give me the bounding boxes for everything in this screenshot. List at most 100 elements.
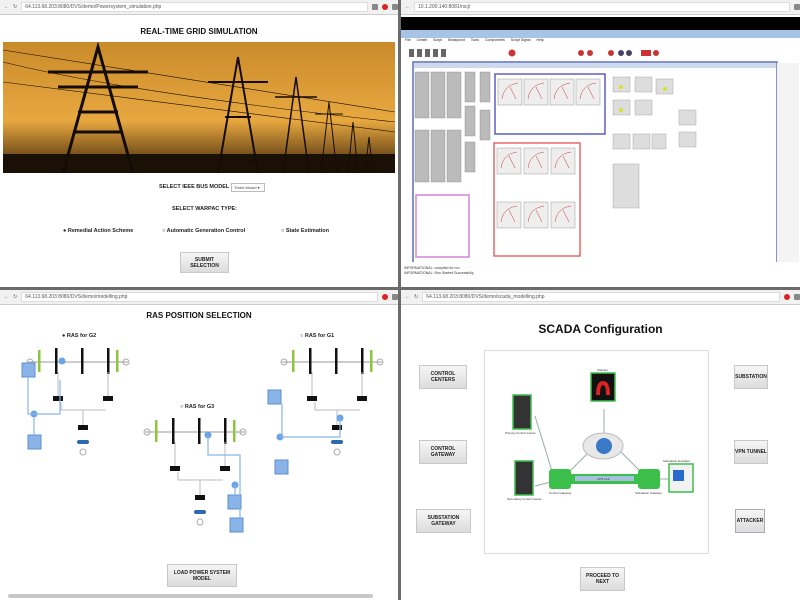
bus-model-value: Three Model [234,185,257,190]
bus-bar [224,418,227,444]
radio-state-estimation[interactable]: ○ State Estimation [281,228,329,234]
meter-gauge [550,147,576,175]
warpac-label: SELECT WARPAC TYPE: [172,206,237,212]
menu-create[interactable]: Create [417,38,428,46]
emulator-label: Substation Emulator [663,459,691,463]
secondary-label: Secondary Control Center [507,497,542,501]
bus-model-select[interactable]: Three Model ▾ [231,183,265,192]
back-icon[interactable]: ← [405,294,410,300]
load [357,396,367,401]
substation-gateway-label: Substation Gateway [635,491,662,495]
ras-controller-box [229,517,244,533]
back-icon[interactable]: ← [405,4,410,10]
load-power-system-model-button[interactable]: LOAD POWER SYSTEM MODEL [167,564,237,587]
horizontal-scrollbar[interactable] [8,594,373,598]
ras-controller-box [274,459,289,475]
breaker [331,440,343,444]
one-line-diagram [21,348,384,533]
generator-bus [233,420,236,442]
meter-gauge [523,147,549,175]
attacker-button[interactable]: ATTACKER [735,509,765,533]
radio-ras[interactable]: ● Remedial Action Scheme [63,228,133,234]
breaker [194,510,206,514]
url-field[interactable]: 10.1.200.140:8081/rscj/ [414,2,790,12]
submit-selection-button[interactable]: SUBMIT SELECTION [180,252,229,273]
bus-bar [55,348,58,374]
menu-help[interactable]: Help [537,38,544,46]
reload-icon[interactable]: ↻ [13,4,17,10]
load [78,425,88,430]
load [170,466,180,471]
vpn-label: VPN Link [597,477,610,481]
control-gateway-icon [549,469,571,489]
control-gateway-label: Control Gateway [549,491,572,495]
internet-globe-icon [596,438,612,454]
menu-script[interactable]: Script [433,38,442,46]
breaker [77,440,89,444]
meter-gauge [496,147,522,175]
primary-label: Primary Control Center [505,431,536,435]
meter-gauge [549,78,575,106]
address-bar[interactable]: ← ↻ 64.113.68.203:8080/DVS/demo/scada_mode… [401,290,800,305]
bus-bar [107,348,110,374]
load [195,495,205,500]
scada-window: ← ↻ 64.113.68.203:8080/DVS/demo/scada_mode… [401,290,800,600]
page-title: SCADA Configuration [538,322,663,336]
substation-gateway-button[interactable]: SUBSTATION GATEWAY [416,509,471,533]
radio-label: State Estimation [285,228,329,234]
reload-icon[interactable]: ↻ [414,294,418,300]
generator-bus [370,350,373,372]
secondary-server-icon [514,460,534,496]
menu-icon[interactable] [794,294,800,300]
control-centers-button[interactable]: CONTROL CENTERS [419,365,467,389]
url-field[interactable]: 64.113.68.203:8080/DVS/demo/Powersystem_… [21,2,368,12]
ras-controller-box [27,434,42,450]
control-gateway-button[interactable]: CONTROL GATEWAY [419,440,467,464]
url-field[interactable]: 64.113.68.203:8080/DVS/demo/scada_modell… [422,292,780,302]
scada-diagram: Attacker Primary Control Center Secondar… [484,350,709,554]
address-bar[interactable]: ← ↻ 64.113.68.203:8080/DVS/demo/Powersyste… [0,0,398,15]
generator-bus [292,350,295,372]
radio-label: Automatic Generation Control [166,228,246,234]
ras-controller-box [267,389,282,405]
menu-components[interactable]: Components [485,38,505,46]
toolbar[interactable] [401,46,800,262]
substation-gateway-icon [638,469,660,489]
radio-agc[interactable]: ○ Automatic Generation Control [162,228,245,234]
status-line: INFORMATIONAL: Run Started Successfully [404,271,474,275]
menu-icon[interactable] [392,4,398,10]
generator-bus [38,350,41,372]
load [307,396,317,401]
back-icon[interactable]: ← [4,4,9,10]
load [103,396,113,401]
menu-script-signal[interactable]: Script Signal [511,38,531,46]
substation-button[interactable]: SUBSTATION [734,365,768,389]
bus-bar [172,418,175,444]
status-console: INFORMATIONAL: compiled for run INFORMAT… [404,266,800,276]
power-lines-photo [3,42,395,173]
menu-file[interactable]: File [405,38,411,46]
menu-icon[interactable] [794,4,800,10]
vpn-tunnel-button[interactable]: VPN TUNNEL [734,440,768,464]
menu-bar: File Create Script Breakpoint Tools Component… [405,38,800,46]
extension-icon[interactable] [382,4,388,10]
load [220,466,230,471]
ras-window: ← ↻ 64.113.68.203:8080/DVS/demo/modelling.… [0,290,398,600]
meter-gauge [496,201,522,229]
address-bar[interactable]: ← 10.1.200.140:8081/rscj/ [401,0,800,15]
primary-server-icon [512,394,532,430]
attacker-label: Attacker [597,368,609,372]
menu-tools[interactable]: Tools [471,38,479,46]
meter-gauge [550,201,576,229]
ras-relay-node [58,357,66,365]
extension-icon[interactable] [784,294,790,300]
star-icon[interactable] [372,4,378,10]
meter-gauge [523,78,549,106]
rtds-window: ← 10.1.200.140:8081/rscj/ File Create Scrip… [401,0,800,287]
bus-bar [81,348,84,374]
meter-gauge [575,78,601,106]
page-title: REAL-TIME GRID SIMULATION [140,27,258,36]
proceed-to-next-button[interactable]: PROCEED TO NEXT [580,567,625,591]
generator-bus [116,350,119,372]
menu-breakpoint[interactable]: Breakpoint [448,38,465,46]
